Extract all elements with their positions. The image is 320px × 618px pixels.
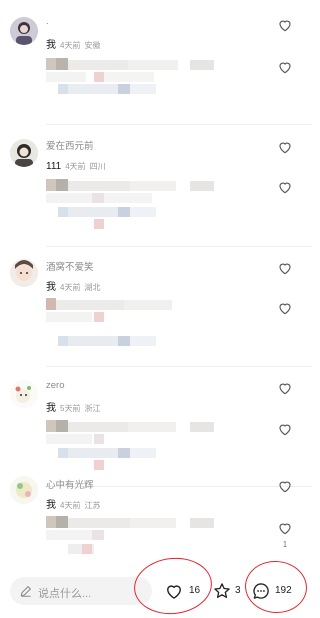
avatar[interactable] — [10, 476, 38, 504]
comment-text: 我 — [46, 500, 56, 511]
comment-button[interactable]: 192 — [251, 580, 299, 602]
reply-like-heart-icon[interactable] — [277, 59, 293, 75]
reply-like-heart-icon[interactable] — [277, 300, 293, 316]
divider — [46, 124, 312, 125]
reply-preview-pixelated[interactable] — [46, 179, 218, 237]
comment-location: 湖北 — [84, 283, 101, 292]
comment-location: 江苏 — [84, 501, 101, 510]
comment-location: 浙江 — [84, 404, 101, 413]
comment-location: 安徽 — [84, 41, 101, 50]
comment-like-heart-icon[interactable] — [277, 260, 293, 276]
comment-text: 我 — [46, 40, 56, 51]
reply-like-heart-icon[interactable] — [277, 421, 293, 437]
avatar[interactable] — [10, 17, 38, 45]
comment-like-heart-icon[interactable] — [277, 380, 293, 396]
comment-username[interactable]: zero — [46, 380, 64, 391]
avatar[interactable] — [10, 380, 38, 408]
comment-time: 4天前 — [65, 162, 86, 171]
comment-username[interactable]: 酒窝不爱笑 — [46, 259, 94, 273]
comment-meta: 我 4天前 江苏 — [46, 495, 100, 513]
divider — [46, 246, 312, 247]
comment-input-placeholder: 说点什么... — [38, 588, 92, 600]
comment-like-heart-icon[interactable] — [277, 139, 293, 155]
star-outline-icon — [214, 583, 230, 598]
comment-username[interactable]: 心中有光辉 — [46, 477, 94, 491]
comment-meta: 我 5天前 浙江 — [46, 398, 100, 416]
comment-count: 192 — [275, 585, 292, 596]
comment-like-heart-icon[interactable] — [277, 17, 293, 33]
avatar[interactable] — [10, 139, 38, 167]
favorite-count: 3 — [235, 585, 241, 596]
reply-preview-pixelated[interactable] — [46, 58, 218, 110]
pencil-icon — [20, 586, 31, 597]
divider — [46, 366, 312, 367]
reply-preview-pixelated[interactable] — [46, 298, 218, 358]
comment-meta: 我 4天前 湖北 — [46, 277, 100, 295]
avatar[interactable] — [10, 259, 38, 287]
comment-meta: 我 4天前 安徽 — [46, 35, 100, 53]
comment-text: 我 — [46, 403, 56, 414]
comment-feed: . 我 4天前 安徽 爱在西元前 111 4天前 四川 酒窝不爱笑 我 4天前 … — [0, 0, 312, 566]
comment-meta: 111 4天前 四川 — [46, 156, 106, 174]
comment-text: 我 — [46, 282, 56, 293]
reply-like-heart-icon[interactable] — [277, 179, 293, 195]
comment-location: 四川 — [89, 162, 106, 171]
reply-preview-pixelated[interactable] — [46, 516, 218, 560]
favorite-button[interactable]: 3 — [212, 580, 244, 602]
comment-like-heart-icon[interactable] — [277, 478, 293, 494]
comment-time: 4天前 — [60, 41, 81, 50]
comment-text: 111 — [46, 161, 62, 172]
like-button[interactable]: 16 — [164, 580, 206, 602]
comment-time: 4天前 — [60, 283, 81, 292]
comment-username[interactable]: . — [46, 16, 49, 27]
reply-like-count: 1 — [282, 540, 288, 549]
reply-like-heart-icon[interactable] — [277, 520, 293, 536]
reply-preview-pixelated[interactable] — [46, 420, 218, 476]
comment-input[interactable]: 说点什么... — [10, 577, 152, 605]
like-count: 16 — [189, 585, 201, 596]
heart-outline-icon — [167, 585, 181, 599]
chat-bubble-icon — [253, 583, 269, 599]
comment-time: 4天前 — [60, 501, 81, 510]
comment-time: 5天前 — [60, 404, 81, 413]
bottom-action-bar: 说点什么... 16 3 192 — [0, 554, 312, 618]
comment-username[interactable]: 爱在西元前 — [46, 138, 94, 152]
